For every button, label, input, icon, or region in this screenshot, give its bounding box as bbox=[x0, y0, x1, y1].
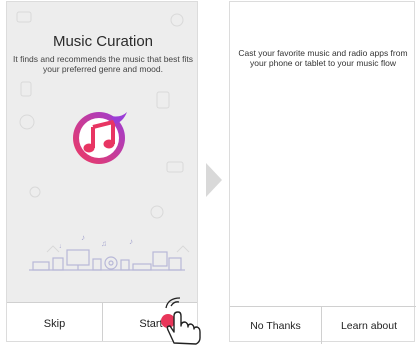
cast-info-screen: Cast your favorite music and radio apps … bbox=[229, 1, 416, 344]
cast-description: Cast your favorite music and radio apps … bbox=[238, 48, 408, 68]
music-note-icon bbox=[73, 112, 127, 164]
page-description: It finds and recommends the music that b… bbox=[13, 54, 193, 74]
hand-pointer-icon bbox=[161, 297, 201, 345]
skip-button[interactable]: Skip bbox=[7, 303, 103, 341]
learn-about-button[interactable]: Learn about bbox=[322, 307, 416, 344]
devices-illustration: ♪ ♫ ♪ ♩ bbox=[29, 233, 185, 271]
svg-text:♪: ♪ bbox=[81, 233, 85, 242]
svg-text:♪: ♪ bbox=[129, 237, 133, 246]
music-curation-screen: Music Curation It finds and recommends t… bbox=[6, 1, 198, 342]
svg-text:♫: ♫ bbox=[101, 239, 107, 248]
chevron-right-icon bbox=[206, 163, 222, 197]
page-title: Music Curation bbox=[52, 33, 154, 50]
no-thanks-button[interactable]: No Thanks bbox=[230, 307, 322, 344]
bottom-button-bar: No Thanks Learn about bbox=[230, 306, 416, 344]
svg-text:♩: ♩ bbox=[59, 243, 66, 250]
